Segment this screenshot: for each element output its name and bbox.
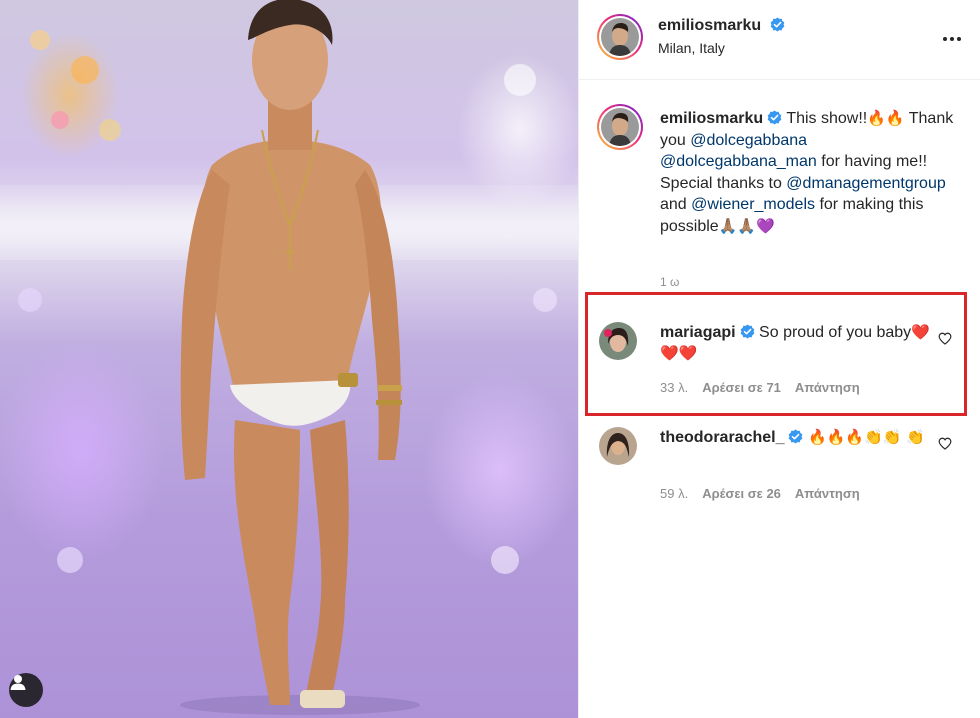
more-options-button[interactable] bbox=[940, 27, 964, 51]
caption-text: emiliosmarku This show!!🔥🔥 Thank you @do… bbox=[660, 108, 960, 237]
caption-text-segment: and bbox=[660, 196, 692, 213]
caption-username[interactable]: emiliosmarku bbox=[660, 110, 763, 127]
reply-button[interactable]: Απάντηση bbox=[795, 486, 860, 501]
mention-link[interactable]: @wiener_models bbox=[691, 196, 815, 213]
caption-avatar-image bbox=[601, 108, 639, 146]
verified-badge-icon bbox=[767, 110, 782, 125]
caption-author-avatar[interactable] bbox=[597, 104, 643, 150]
comment-emoji: 🔥🔥🔥👏👏 👏 bbox=[807, 428, 925, 446]
tagged-users-button[interactable] bbox=[9, 673, 43, 707]
mention-link[interactable]: @dmanagementgroup bbox=[786, 175, 945, 192]
comment-text: theodorarachel_ 🔥🔥🔥👏👏 👏 bbox=[660, 427, 930, 448]
commenter-username[interactable]: theodorarachel_ bbox=[660, 429, 784, 446]
caption-body: This show!!🔥🔥 Thank you @dolcegabbana @d… bbox=[660, 109, 953, 235]
author-avatar[interactable] bbox=[597, 14, 643, 60]
author-avatar-image bbox=[601, 18, 639, 56]
caption-time[interactable]: 1 ω bbox=[660, 275, 679, 289]
comment-highlight-box bbox=[585, 292, 967, 416]
commenter-avatar[interactable] bbox=[599, 427, 637, 465]
more-options-icon bbox=[943, 37, 961, 41]
verified-badge-icon bbox=[789, 429, 803, 444]
post-photo[interactable] bbox=[0, 0, 578, 718]
post-header: emiliosmarku Milan, Italy bbox=[579, 0, 980, 80]
post-location[interactable]: Milan, Italy bbox=[658, 40, 725, 56]
mention-link[interactable]: @dolcegabbana_man bbox=[660, 153, 817, 170]
comment-likes[interactable]: Αρέσει σε 26 bbox=[702, 486, 781, 501]
caption-emoji: 🔥🔥 bbox=[867, 109, 905, 127]
mention-link[interactable]: @dolcegabbana bbox=[690, 132, 807, 149]
panel-divider bbox=[578, 0, 579, 718]
runway-model-illustration bbox=[18, 0, 557, 715]
user-tag-icon bbox=[10, 675, 26, 690]
caption-emoji: 🙏🏽🙏🏽💜 bbox=[718, 216, 775, 235]
comment-time[interactable]: 59 λ. bbox=[660, 486, 688, 501]
caption-text-segment: This show!! bbox=[782, 110, 868, 127]
verified-badge-icon bbox=[770, 17, 784, 32]
author-username[interactable]: emiliosmarku bbox=[658, 17, 761, 34]
comment-meta: 59 λ. Αρέσει σε 26 Απάντηση bbox=[660, 486, 860, 501]
heart-outline-icon[interactable] bbox=[938, 437, 952, 450]
